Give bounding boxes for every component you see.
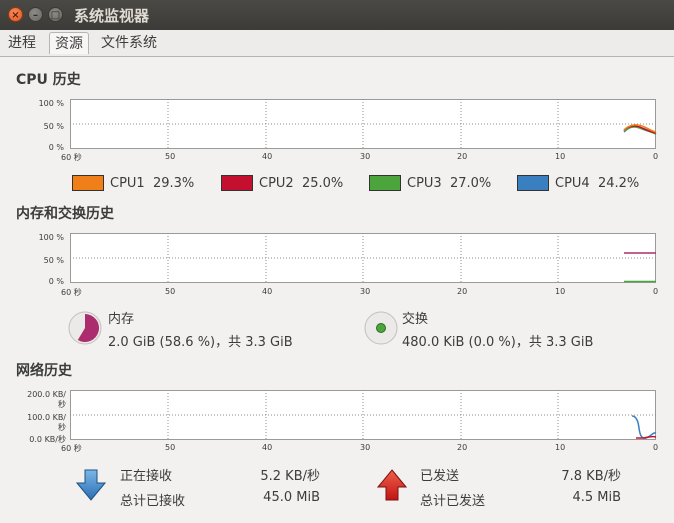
receiving-color-button[interactable] (76, 469, 106, 501)
swap-pie-chart[interactable] (364, 311, 398, 345)
cpu4-value: 24.2% (597, 176, 640, 191)
net-x-label-10: 10 (555, 443, 566, 452)
mem-x-label-40: 40 (262, 287, 273, 296)
mem-y-label-50: 50 % (43, 256, 64, 265)
swap-label: 交换 (402, 312, 429, 327)
cpu-x-label-10: 10 (555, 152, 566, 161)
network-history-graph (70, 390, 657, 440)
cpu-history-graph (70, 99, 657, 149)
cpu1-value: 29.3% (152, 176, 195, 191)
cpu-history-title: CPU 历史 (16, 72, 81, 88)
cpu-x-label-40: 40 (262, 152, 273, 161)
mem-x-label-60: 60 秒 (61, 288, 82, 297)
mem-y-label-0: 0 % (48, 277, 64, 286)
title-bar: × – □ 系统监视器 (0, 0, 674, 30)
sending-color-button[interactable] (377, 469, 407, 501)
cpu1-label: CPU1 (110, 176, 145, 191)
mem-x-label-30: 30 (360, 287, 371, 296)
up-arrow-icon (377, 469, 407, 501)
memory-history-title: 内存和交换历史 (16, 206, 114, 222)
cpu3-value: 27.0% (449, 176, 492, 191)
cpu-x-label-20: 20 (457, 152, 468, 161)
cpu2-color-button[interactable] (221, 175, 253, 191)
cpu2-value: 25.0% (301, 176, 344, 191)
tab-bar: 进程 资源 文件系统 (0, 30, 674, 57)
cpu-x-label-60: 60 秒 (61, 153, 82, 162)
receiving-value: 5.2 KB/秒 (260, 469, 320, 484)
mem-y-label-100: 100 % (38, 233, 64, 242)
memory-value: 2.0 GiB (58.6 %)，共 3.3 GiB (108, 335, 293, 350)
total-received-value: 45.0 MiB (263, 490, 320, 505)
net-y-label-200: 200.0 KB/秒 (27, 390, 66, 409)
cpu-y-label-0: 0 % (48, 143, 64, 152)
sent-label: 已发送 (420, 469, 460, 484)
close-button[interactable]: × (8, 7, 23, 22)
down-arrow-icon (76, 469, 106, 501)
net-x-label-0: 0 (653, 443, 659, 452)
cpu-y-label-100: 100 % (38, 99, 64, 108)
maximize-button[interactable]: □ (48, 7, 63, 22)
net-y-label-0: 0.0 KB/秒 (29, 435, 66, 444)
swap-indicator-dot (376, 323, 386, 333)
cpu2-label: CPU2 (259, 176, 294, 191)
net-x-label-60: 60 秒 (61, 444, 82, 453)
cpu-x-label-50: 50 (165, 152, 176, 161)
minimize-button[interactable]: – (28, 7, 43, 22)
tab-file-systems[interactable]: 文件系统 (96, 32, 162, 54)
swap-value: 480.0 KiB (0.0 %)，共 3.3 GiB (402, 335, 594, 350)
cpu1-color-button[interactable] (72, 175, 104, 191)
net-y-label-100: 100.0 KB/秒 (27, 413, 66, 432)
memory-history-graph (70, 233, 656, 283)
tab-processes[interactable]: 进程 (3, 32, 41, 54)
cpu4-color-button[interactable] (517, 175, 549, 191)
cpu3-color-button[interactable] (369, 175, 401, 191)
mem-x-label-20: 20 (457, 287, 468, 296)
net-x-label-50: 50 (165, 443, 176, 452)
cpu-y-label-50: 50 % (43, 122, 64, 131)
network-history-title: 网络历史 (16, 363, 72, 379)
total-received-label: 总计已接收 (120, 494, 186, 509)
net-x-label-40: 40 (262, 443, 273, 452)
cpu-x-label-30: 30 (360, 152, 371, 161)
memory-label: 内存 (108, 312, 135, 327)
total-sent-label: 总计已发送 (420, 494, 486, 509)
cpu-x-label-0: 0 (653, 152, 659, 161)
cpu4-label: CPU4 (555, 176, 590, 191)
mem-x-label-10: 10 (555, 287, 566, 296)
tab-resources[interactable]: 资源 (49, 32, 89, 54)
net-x-label-20: 20 (457, 443, 468, 452)
receiving-label: 正在接收 (120, 469, 173, 484)
total-sent-value: 4.5 MiB (572, 490, 621, 505)
window-title: 系统监视器 (74, 7, 150, 25)
sent-value: 7.8 KB/秒 (561, 469, 621, 484)
mem-x-label-50: 50 (165, 287, 176, 296)
net-x-label-30: 30 (360, 443, 371, 452)
memory-pie-chart[interactable] (68, 311, 102, 345)
cpu3-label: CPU3 (407, 176, 442, 191)
mem-x-label-0: 0 (653, 287, 659, 296)
